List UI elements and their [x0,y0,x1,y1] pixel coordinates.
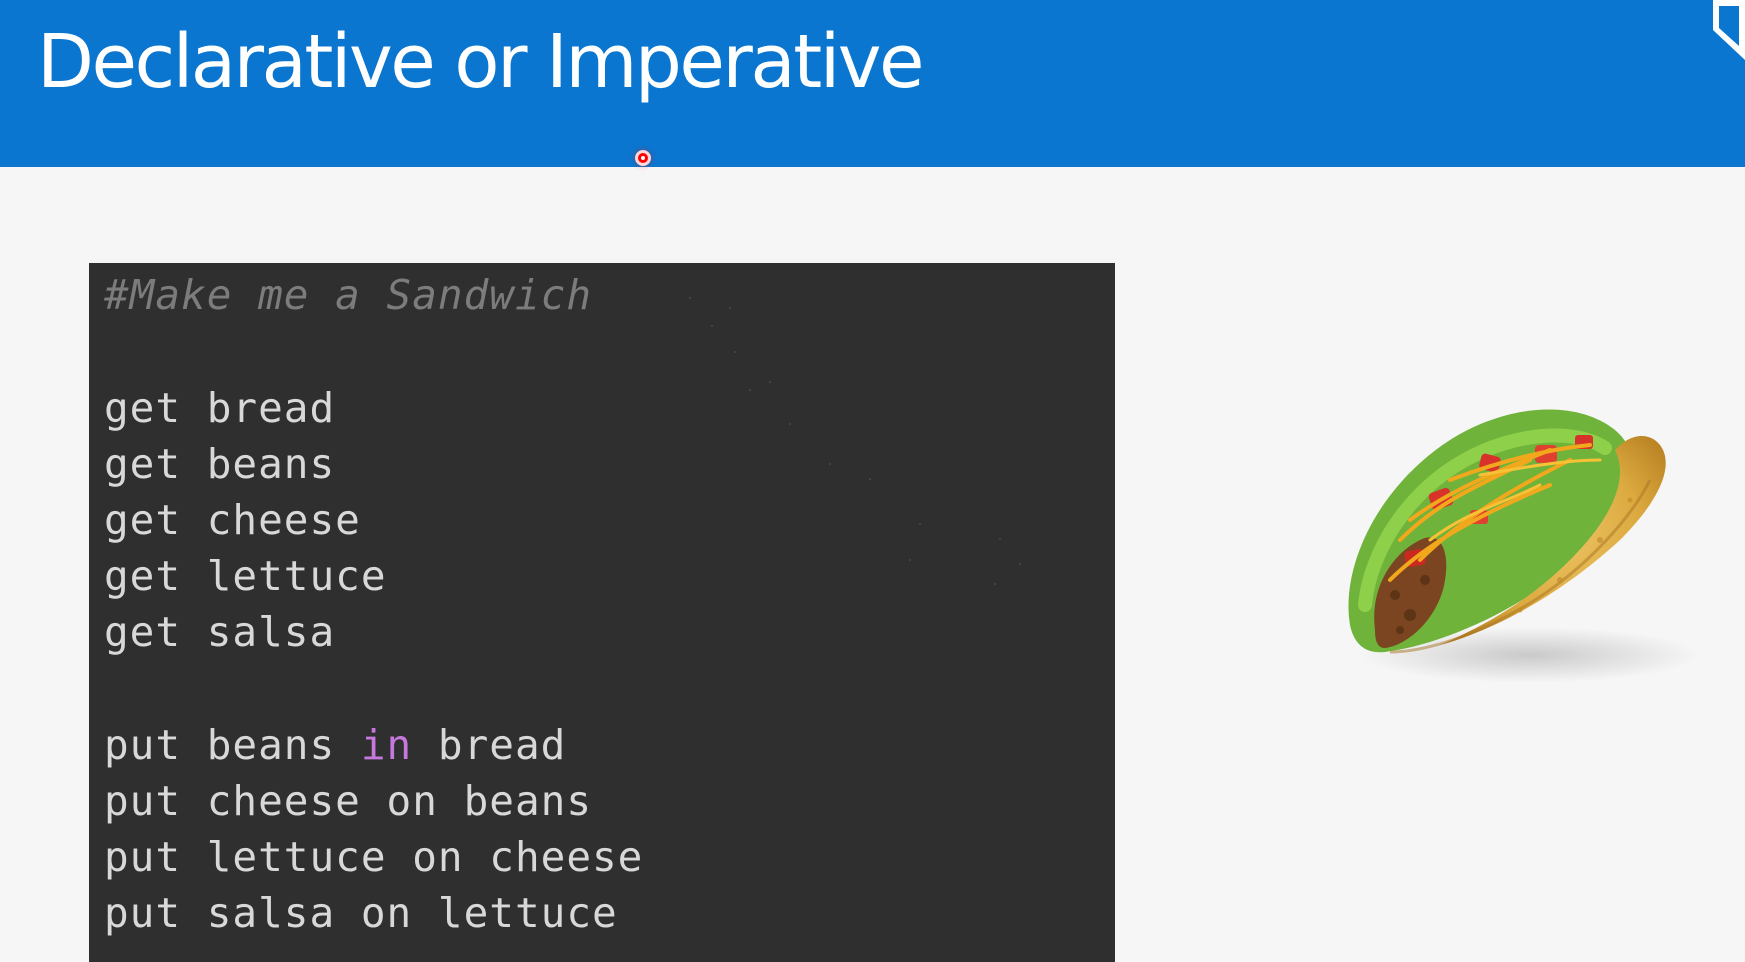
slide-header: Declarative or Imperative [0,0,1745,167]
code-text: put beans [104,721,361,769]
code-line: get bread [104,384,336,432]
code-line: get beans [104,440,336,488]
speckle [919,523,921,525]
corner-logo-icon [1713,0,1745,60]
code-line: put salsa on lettuce [104,889,618,937]
speckle [999,538,1001,540]
taco-image [1348,409,1700,683]
code-line: put lettuce on cheese [104,833,644,881]
code-line: get cheese [104,496,361,544]
code-line: put cheese on beans [104,777,592,825]
slide-title: Declarative or Imperative [37,19,925,105]
speckle [909,559,911,561]
speckle [729,307,731,309]
code-line: get salsa [104,608,336,656]
code-text: bread [412,721,567,769]
code-comment: #Make me a Sandwich [104,271,592,319]
speckle [789,423,791,425]
speckle [711,325,713,327]
code-line: get lettuce [104,552,387,600]
code-block: #Make me a Sandwich get bread get beans … [89,263,1115,962]
speckle [994,583,996,585]
code-line: put beans in bread [104,720,566,770]
pointer-dot-icon [635,150,651,166]
speckle [769,381,771,383]
speckle [689,297,691,299]
slide: Declarative or Imperative #Make me a San… [0,0,1745,962]
code-keyword: in [360,721,413,769]
speckle [1019,563,1021,565]
speckle [869,478,871,480]
speckle [734,351,736,353]
speckle [749,389,751,391]
speckle [829,463,831,465]
